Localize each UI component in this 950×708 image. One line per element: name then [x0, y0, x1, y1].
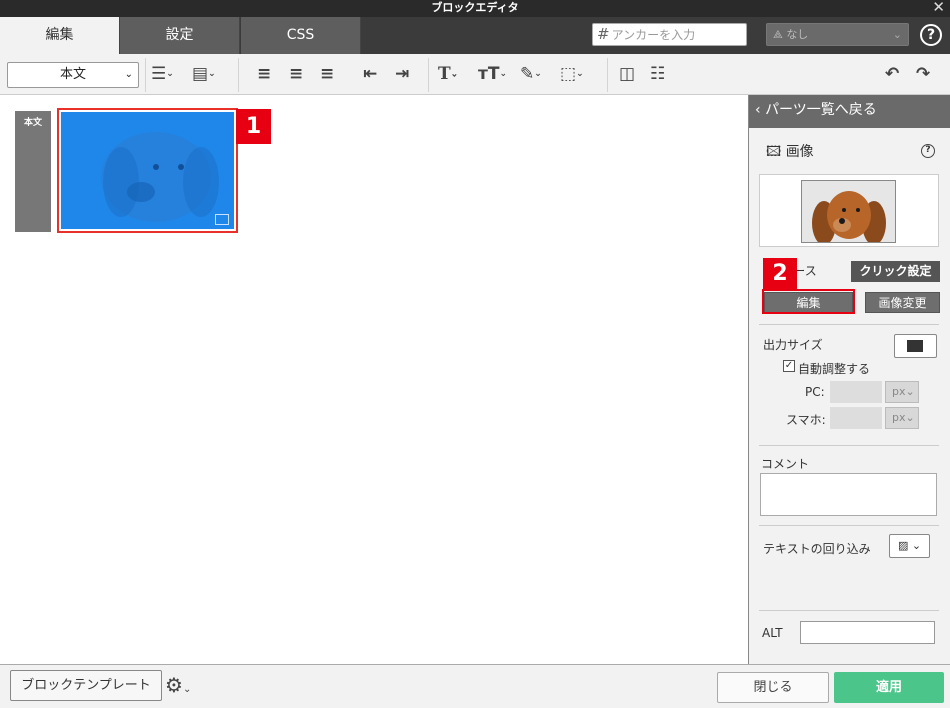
- indent-icon[interactable]: ⇥: [395, 64, 409, 86]
- unit-value: px: [892, 385, 906, 398]
- text-size-icon[interactable]: T⌄: [438, 64, 458, 86]
- text-wrap-select[interactable]: ▨ ⌄: [889, 534, 930, 558]
- pc-label: PC:: [805, 385, 825, 399]
- text-wrap-label: テキストの回り込み: [763, 542, 871, 556]
- window-titlebar: ブロックエディタ ✕: [0, 0, 950, 17]
- apply-button[interactable]: 適用: [834, 672, 944, 703]
- divider: [759, 525, 939, 526]
- properties-panel: ‹ パーツ一覧へ戻る 🖾 画像 ? ース クリック設定 編集 2 画像変更 出力…: [748, 95, 950, 664]
- anchor-placeholder: アンカーを入力: [611, 28, 696, 42]
- tab-edit[interactable]: 編集: [0, 17, 120, 54]
- paragraph-style-value: 本文: [59, 67, 86, 82]
- unit-value: px: [892, 411, 906, 424]
- dog-image: [101, 132, 219, 222]
- auto-adjust-checkbox[interactable]: ✓: [783, 360, 795, 372]
- help-icon[interactable]: ?: [921, 144, 935, 158]
- change-image-button[interactable]: 画像変更: [865, 292, 940, 313]
- chevron-left-icon: ‹: [755, 102, 766, 118]
- image-block[interactable]: [57, 108, 238, 233]
- tab-bar: 編集 設定 CSS # アンカーを入力 ⟁ なし ⌄ ?: [0, 17, 950, 54]
- comment-field[interactable]: [760, 473, 937, 516]
- align-center-icon[interactable]: ≡: [289, 64, 303, 86]
- highlight-frame: [762, 289, 855, 314]
- sp-label: スマホ:: [786, 413, 826, 427]
- image-icon: 🖾: [766, 144, 786, 160]
- align-left-icon[interactable]: ≡: [257, 64, 271, 86]
- chevron-down-icon: ⌄: [124, 69, 133, 80]
- divider: [759, 445, 939, 446]
- image-preview: [759, 174, 939, 247]
- color-picker-icon[interactable]: ✎⌄: [520, 64, 542, 86]
- aspect-icon: [907, 340, 923, 352]
- toolbar-divider: [145, 58, 146, 92]
- back-label: パーツ一覧へ戻る: [765, 102, 877, 118]
- chevron-down-icon: ⌄: [892, 28, 902, 41]
- callout-2: 2: [763, 258, 797, 290]
- tab-css[interactable]: CSS: [241, 17, 361, 54]
- help-icon[interactable]: ?: [920, 24, 942, 46]
- toolbar-divider: [607, 58, 608, 92]
- image-thumbnail: [801, 180, 896, 243]
- editor-canvas[interactable]: 本文 1: [0, 95, 748, 664]
- link-select[interactable]: ⟁ なし ⌄: [766, 23, 909, 46]
- anchor-input[interactable]: # アンカーを入力: [592, 23, 747, 46]
- window-title: ブロックエディタ: [431, 1, 519, 14]
- toolbar-divider: [428, 58, 429, 92]
- wrap-icon: ▨: [897, 539, 909, 552]
- align-right-icon[interactable]: ≡: [320, 64, 334, 86]
- footer-bar: ブロックテンプレート ⚙⌄ 閉じる 適用: [0, 664, 950, 708]
- divider: [759, 324, 939, 325]
- link-icon: ⟁: [773, 28, 787, 41]
- paragraph-style-select[interactable]: 本文 ⌄: [7, 62, 139, 88]
- numbered-list-icon[interactable]: ▤⌄: [192, 64, 216, 86]
- output-size-label: 出力サイズ: [763, 338, 823, 352]
- clear-format-icon[interactable]: ☷: [650, 64, 665, 86]
- block-template-button[interactable]: ブロックテンプレート: [10, 670, 162, 701]
- tab-settings[interactable]: 設定: [120, 17, 240, 54]
- panel-title: 🖾 画像: [766, 141, 814, 165]
- format-toolbar: 本文 ⌄ ☰⌄ ▤⌄ ≡ ≡ ≡ ⇤ ⇥ T⌄ тT⌄ ✎⌄ ⬚⌄ ◫ ☷ ↶ …: [0, 54, 950, 95]
- image-icon: [215, 214, 229, 225]
- pc-unit-select[interactable]: px⌄: [885, 381, 919, 403]
- close-icon[interactable]: ✕: [932, 0, 945, 15]
- output-size-button[interactable]: [894, 334, 937, 358]
- dog-thumbnail: [802, 181, 895, 242]
- close-button[interactable]: 閉じる: [717, 672, 829, 703]
- selected-image[interactable]: [61, 112, 234, 229]
- sp-size-input[interactable]: [830, 407, 882, 429]
- callout-1: 1: [236, 109, 271, 144]
- tab-click-settings[interactable]: クリック設定: [851, 261, 940, 282]
- gear-icon[interactable]: ⚙⌄: [165, 673, 191, 697]
- sp-unit-select[interactable]: px⌄: [885, 407, 919, 429]
- text-border-icon[interactable]: ⬚⌄: [560, 64, 584, 86]
- outdent-icon[interactable]: ⇤: [363, 64, 377, 86]
- block-label[interactable]: 本文: [15, 111, 51, 232]
- auto-adjust-label: 自動調整する: [798, 362, 871, 376]
- bullet-list-icon[interactable]: ☰⌄: [151, 64, 174, 86]
- pc-size-input[interactable]: [830, 381, 882, 403]
- alt-label: ALT: [762, 626, 783, 640]
- panel-title-text: 画像: [785, 144, 814, 160]
- back-to-parts-button[interactable]: ‹ パーツ一覧へ戻る: [749, 95, 950, 128]
- comment-label: コメント: [761, 457, 810, 471]
- link-select-value: なし: [786, 28, 809, 41]
- column-split-icon[interactable]: ◫: [619, 64, 635, 86]
- undo-icon[interactable]: ↶: [885, 64, 899, 86]
- toolbar-divider: [238, 58, 239, 92]
- font-size-icon[interactable]: тT⌄: [478, 64, 507, 86]
- divider: [759, 610, 939, 611]
- alt-input[interactable]: [800, 621, 935, 644]
- hash-icon: #: [597, 25, 610, 43]
- redo-icon[interactable]: ↷: [916, 64, 930, 86]
